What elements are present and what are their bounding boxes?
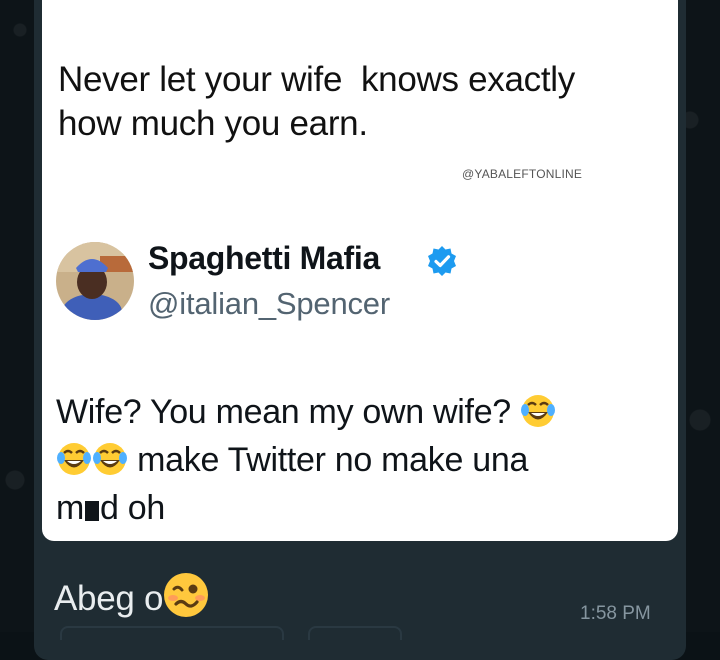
caption-text: Abeg o	[54, 579, 164, 618]
shared-image[interactable]: Never let your wife knows exactly how mu…	[42, 0, 678, 541]
reaction-pills[interactable]	[60, 626, 402, 640]
message-timestamp: 1:58 PM	[580, 603, 651, 624]
avatar	[56, 242, 134, 320]
tweet-text-part: m	[56, 489, 85, 527]
verified-badge-icon	[426, 245, 458, 277]
quoted-text: Never let your wife knows exactly how mu…	[58, 60, 575, 143]
reaction-pill[interactable]	[60, 626, 284, 640]
display-name: Spaghetti Mafia	[148, 240, 380, 276]
message-caption: Abeg o	[54, 568, 213, 622]
face-with-tears-of-joy-emoji	[92, 441, 128, 477]
tweet-text-part: d oh	[100, 489, 166, 527]
tweet-text-part: make Twitter no make una	[128, 441, 529, 479]
woozy-face-emoji	[159, 568, 213, 622]
censor-block	[85, 501, 100, 521]
handle: @italian_Spencer	[148, 286, 390, 321]
tweet-text: Wife? You mean my own wife? make Twitter…	[56, 388, 666, 532]
reaction-pill[interactable]	[308, 626, 402, 640]
face-with-tears-of-joy-emoji	[56, 441, 92, 477]
face-with-tears-of-joy-emoji	[520, 393, 556, 429]
tweet-text-part: Wife? You mean my own wife?	[56, 393, 521, 431]
watermark: @YABALEFTONLINE	[462, 167, 583, 181]
